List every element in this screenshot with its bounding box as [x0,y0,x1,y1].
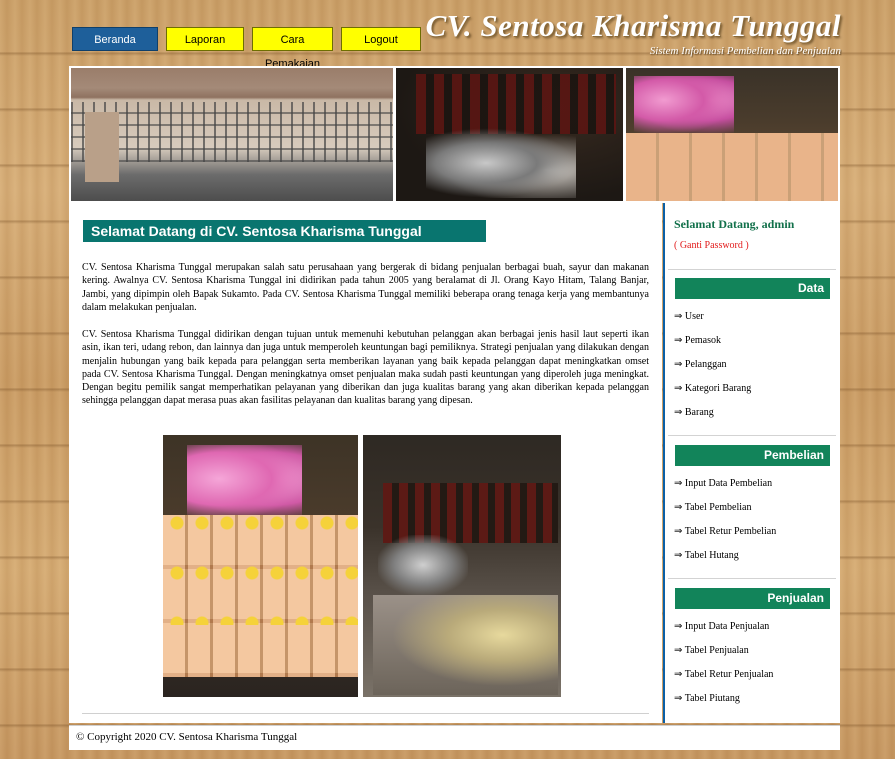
top-navigation: Beranda Laporan Cara Pemakaian Logout [72,27,421,70]
change-password-link[interactable]: ( Ganti Password ) [674,240,749,251]
header-banner [69,66,840,203]
copyright-text: © Copyright 2020 CV. Sentosa Kharisma Tu… [76,731,298,743]
nav-logout-button[interactable]: Logout [341,27,421,51]
pembelian-menu: ⇒ Input Data Pembelian ⇒ Tabel Pembelian… [674,472,776,568]
sidebar-item-tabel-retur-penjualan[interactable]: ⇒ Tabel Retur Penjualan [674,663,773,687]
section-header-data: Data [675,278,830,299]
site-tagline: Sistem Informasi Pembelian dan Penjualan [649,45,841,57]
sidebar-divider [668,435,836,436]
banner-photo-warehouse [71,68,393,201]
sidebar: Selamat Datang, admin ( Ganti Password )… [663,203,840,723]
content-divider [82,713,649,714]
data-menu: ⇒ User ⇒ Pemasok ⇒ Pelanggan ⇒ Kategori … [674,305,751,425]
section-header-pembelian: Pembelian [675,445,830,466]
sidebar-item-kategori-barang[interactable]: ⇒ Kategori Barang [674,377,751,401]
purpose-paragraph: CV. Sentosa Kharisma Tunggal didirikan d… [82,329,649,407]
sidebar-divider [668,269,836,270]
banner-photo-jerrycans [626,68,838,201]
nav-beranda-button[interactable]: Beranda [72,27,158,51]
product-photo-stock [363,435,561,697]
sidebar-divider [668,578,836,579]
footer: © Copyright 2020 CV. Sentosa Kharisma Tu… [69,725,840,750]
sidebar-item-pelanggan[interactable]: ⇒ Pelanggan [674,353,751,377]
product-photo-jerrycans [163,435,358,697]
sidebar-item-tabel-pembelian[interactable]: ⇒ Tabel Pembelian [674,496,776,520]
nav-cara-pemakaian-button[interactable]: Cara Pemakaian [252,27,333,70]
sidebar-item-tabel-retur-pembelian[interactable]: ⇒ Tabel Retur Pembelian [674,520,776,544]
user-greeting: Selamat Datang, admin [674,217,795,231]
sidebar-item-tabel-hutang[interactable]: ⇒ Tabel Hutang [674,544,776,568]
sidebar-item-pemasok[interactable]: ⇒ Pemasok [674,329,751,353]
sidebar-item-input-data-penjualan[interactable]: ⇒ Input Data Penjualan [674,615,773,639]
page-title: Selamat Datang di CV. Sentosa Kharisma T… [83,220,486,242]
sidebar-item-barang[interactable]: ⇒ Barang [674,401,751,425]
section-header-penjualan: Penjualan [675,588,830,609]
sidebar-item-input-data-pembelian[interactable]: ⇒ Input Data Pembelian [674,472,776,496]
banner-photo-bottles [396,68,623,201]
site-brand-title: CV. Sentosa Kharisma Tunggal [425,8,841,43]
sidebar-item-tabel-piutang[interactable]: ⇒ Tabel Piutang [674,687,773,711]
intro-paragraph: CV. Sentosa Kharisma Tunggal merupakan s… [82,262,649,313]
penjualan-menu: ⇒ Input Data Penjualan ⇒ Tabel Penjualan… [674,615,773,711]
sidebar-item-tabel-penjualan[interactable]: ⇒ Tabel Penjualan [674,639,773,663]
sidebar-item-user[interactable]: ⇒ User [674,305,751,329]
nav-laporan-button[interactable]: Laporan [166,27,244,51]
main-content: Selamat Datang di CV. Sentosa Kharisma T… [69,203,662,723]
